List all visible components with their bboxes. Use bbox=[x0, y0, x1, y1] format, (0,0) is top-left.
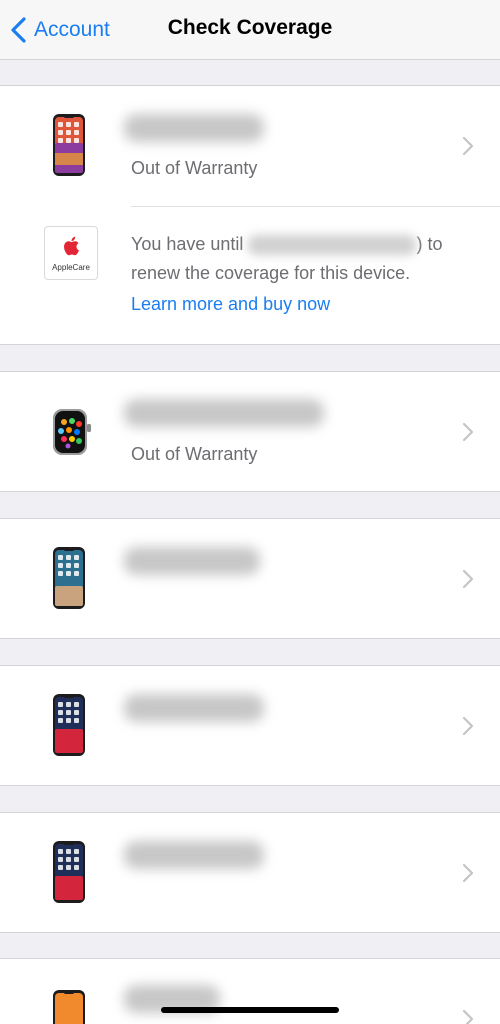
iphone-orange-icon bbox=[53, 990, 85, 1024]
apple-logo-icon bbox=[64, 236, 79, 256]
chevron-right-icon bbox=[462, 1009, 474, 1024]
iphone-x-icon bbox=[53, 547, 85, 609]
device-group-3 bbox=[0, 518, 500, 639]
navigation-bar: Account Check Coverage bbox=[0, 0, 500, 60]
chevron-right-icon bbox=[462, 863, 474, 883]
applecare-badge: AppleCare bbox=[44, 226, 98, 280]
renew-text-start: You have until bbox=[131, 234, 244, 254]
chevron-right-icon bbox=[462, 422, 474, 442]
device-name-redacted bbox=[124, 694, 264, 722]
applecare-renew-text: You have until ) to renew the coverage f… bbox=[131, 230, 481, 288]
device-group-5 bbox=[0, 812, 500, 933]
device-group-6 bbox=[0, 958, 500, 1024]
device-row-3[interactable] bbox=[0, 519, 500, 639]
iphone-xs-red-icon bbox=[53, 841, 85, 903]
renew-date-redacted bbox=[248, 235, 417, 256]
device-group-4 bbox=[0, 665, 500, 786]
device-name-redacted bbox=[124, 399, 324, 427]
learn-more-buy-link[interactable]: Learn more and buy now bbox=[131, 294, 330, 315]
device-group-1: Out of Warranty AppleCare You have until… bbox=[0, 85, 500, 345]
chevron-right-icon bbox=[462, 136, 474, 156]
iphone-colorful-icon bbox=[53, 114, 85, 176]
chevron-right-icon bbox=[462, 716, 474, 736]
home-indicator[interactable] bbox=[161, 1007, 339, 1013]
applecare-offer: AppleCare You have until ) to renew the … bbox=[0, 206, 500, 346]
device-name-redacted bbox=[124, 547, 260, 575]
apple-watch-icon bbox=[53, 409, 91, 455]
device-row-1[interactable]: Out of Warranty bbox=[0, 86, 500, 206]
iphone-xs-red-icon bbox=[53, 694, 85, 756]
device-status: Out of Warranty bbox=[131, 158, 258, 178]
applecare-label: AppleCare bbox=[52, 263, 90, 272]
device-name-redacted bbox=[124, 114, 264, 142]
device-name-redacted bbox=[124, 841, 264, 869]
check-coverage-screen: Account Check Coverage Out of Warranty A… bbox=[0, 0, 500, 1024]
device-row-5[interactable] bbox=[0, 813, 500, 933]
device-status: Out of Warranty bbox=[131, 444, 258, 464]
device-row-6[interactable] bbox=[0, 959, 500, 1024]
page-title: Check Coverage bbox=[167, 16, 333, 39]
chevron-right-icon bbox=[462, 569, 474, 589]
device-row-2[interactable]: Out of Warranty bbox=[0, 372, 500, 492]
device-row-4[interactable] bbox=[0, 666, 500, 786]
device-group-2: Out of Warranty bbox=[0, 371, 500, 492]
